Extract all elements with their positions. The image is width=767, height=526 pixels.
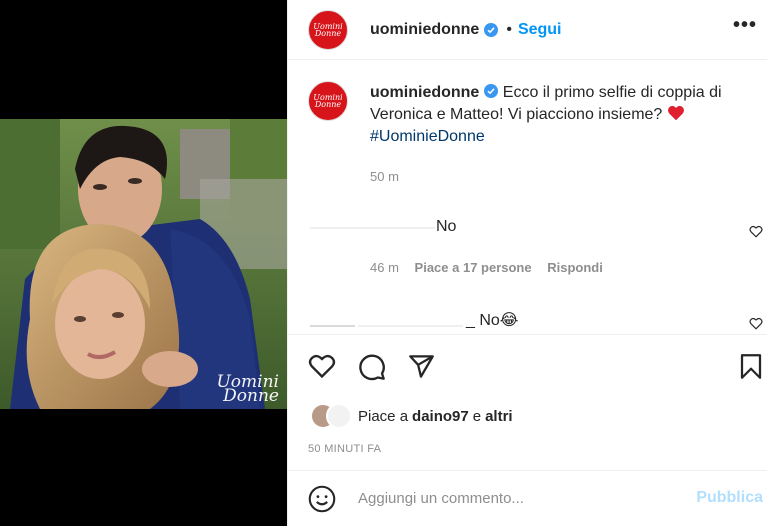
redacted-username	[310, 227, 435, 229]
comment-input[interactable]	[358, 490, 658, 507]
reply-button[interactable]: Rispondi	[547, 260, 603, 275]
emoji-smiley-icon[interactable]	[308, 485, 336, 513]
comment-time: 46 m	[370, 260, 399, 275]
post-header: Uomini Donne uominiedonne • Segui •••	[288, 0, 767, 60]
caption-avatar-wrap: Uomini Donne	[308, 81, 348, 121]
follow-button[interactable]: Segui	[518, 21, 562, 39]
liker-avatar	[326, 403, 352, 429]
like-heart-icon[interactable]	[308, 353, 336, 379]
post-photo[interactable]: Uomini Donne	[0, 119, 287, 409]
comment-meta: 46 m Piace a 17 persone Rispondi	[370, 260, 603, 275]
likes-user[interactable]: daino97	[412, 408, 469, 425]
likes-others[interactable]: altri	[485, 408, 513, 425]
publish-button[interactable]: Pubblica	[696, 489, 763, 507]
hashtag-link[interactable]: #UominieDonne	[370, 128, 485, 145]
uomini-donne-watermark: Uomini Donne	[216, 372, 279, 406]
like-comment-heart-icon[interactable]	[749, 317, 763, 330]
instagram-post-modal: Uomini Donne Uomini Donne uominiedonne • S…	[0, 0, 767, 526]
add-comment-bar: Pubblica	[288, 470, 767, 526]
separator-dot: •	[506, 20, 512, 38]
likes-summary: Piace a daino97 e altri	[310, 403, 513, 429]
post-timestamp[interactable]: 50 MINUTI FA	[308, 443, 381, 455]
comments-list[interactable]: Uomini Donne uominiedonne Ecco il primo s…	[288, 61, 767, 333]
likes-conj: e	[472, 407, 482, 425]
comment-avatar-partial	[310, 325, 355, 327]
header-username[interactable]: uominiedonne	[370, 21, 479, 39]
avatar[interactable]: Uomini Donne	[308, 9, 348, 50]
post-side-panel: Uomini Donne uominiedonne • Segui ••• Uom…	[287, 0, 767, 526]
red-heart-emoji-icon	[667, 105, 684, 121]
redacted-username	[358, 325, 463, 327]
caption-time: 50 m	[370, 169, 399, 184]
caption: uominiedonne Ecco il primo selfie di cop…	[370, 82, 750, 148]
comment-text: No	[436, 218, 457, 235]
avatar[interactable]: Uomini Donne	[308, 81, 348, 121]
save-bookmark-icon[interactable]	[739, 353, 763, 380]
comment-bubble-icon[interactable]	[358, 353, 386, 381]
post-media: Uomini Donne	[0, 0, 287, 526]
comment-text: _ No😂	[466, 312, 519, 329]
caption-username[interactable]: uominiedonne	[370, 84, 479, 101]
share-send-icon[interactable]	[408, 353, 435, 380]
more-options-icon[interactable]: •••	[733, 14, 757, 37]
verified-badge-icon	[484, 22, 499, 37]
couple-selfie-image	[0, 119, 287, 409]
likes-prefix: Piace a	[358, 407, 409, 425]
verified-badge-icon	[484, 84, 499, 98]
action-bar	[288, 334, 767, 400]
like-comment-heart-icon[interactable]	[749, 225, 763, 238]
comment-likes[interactable]: Piace a 17 persone	[415, 260, 532, 275]
